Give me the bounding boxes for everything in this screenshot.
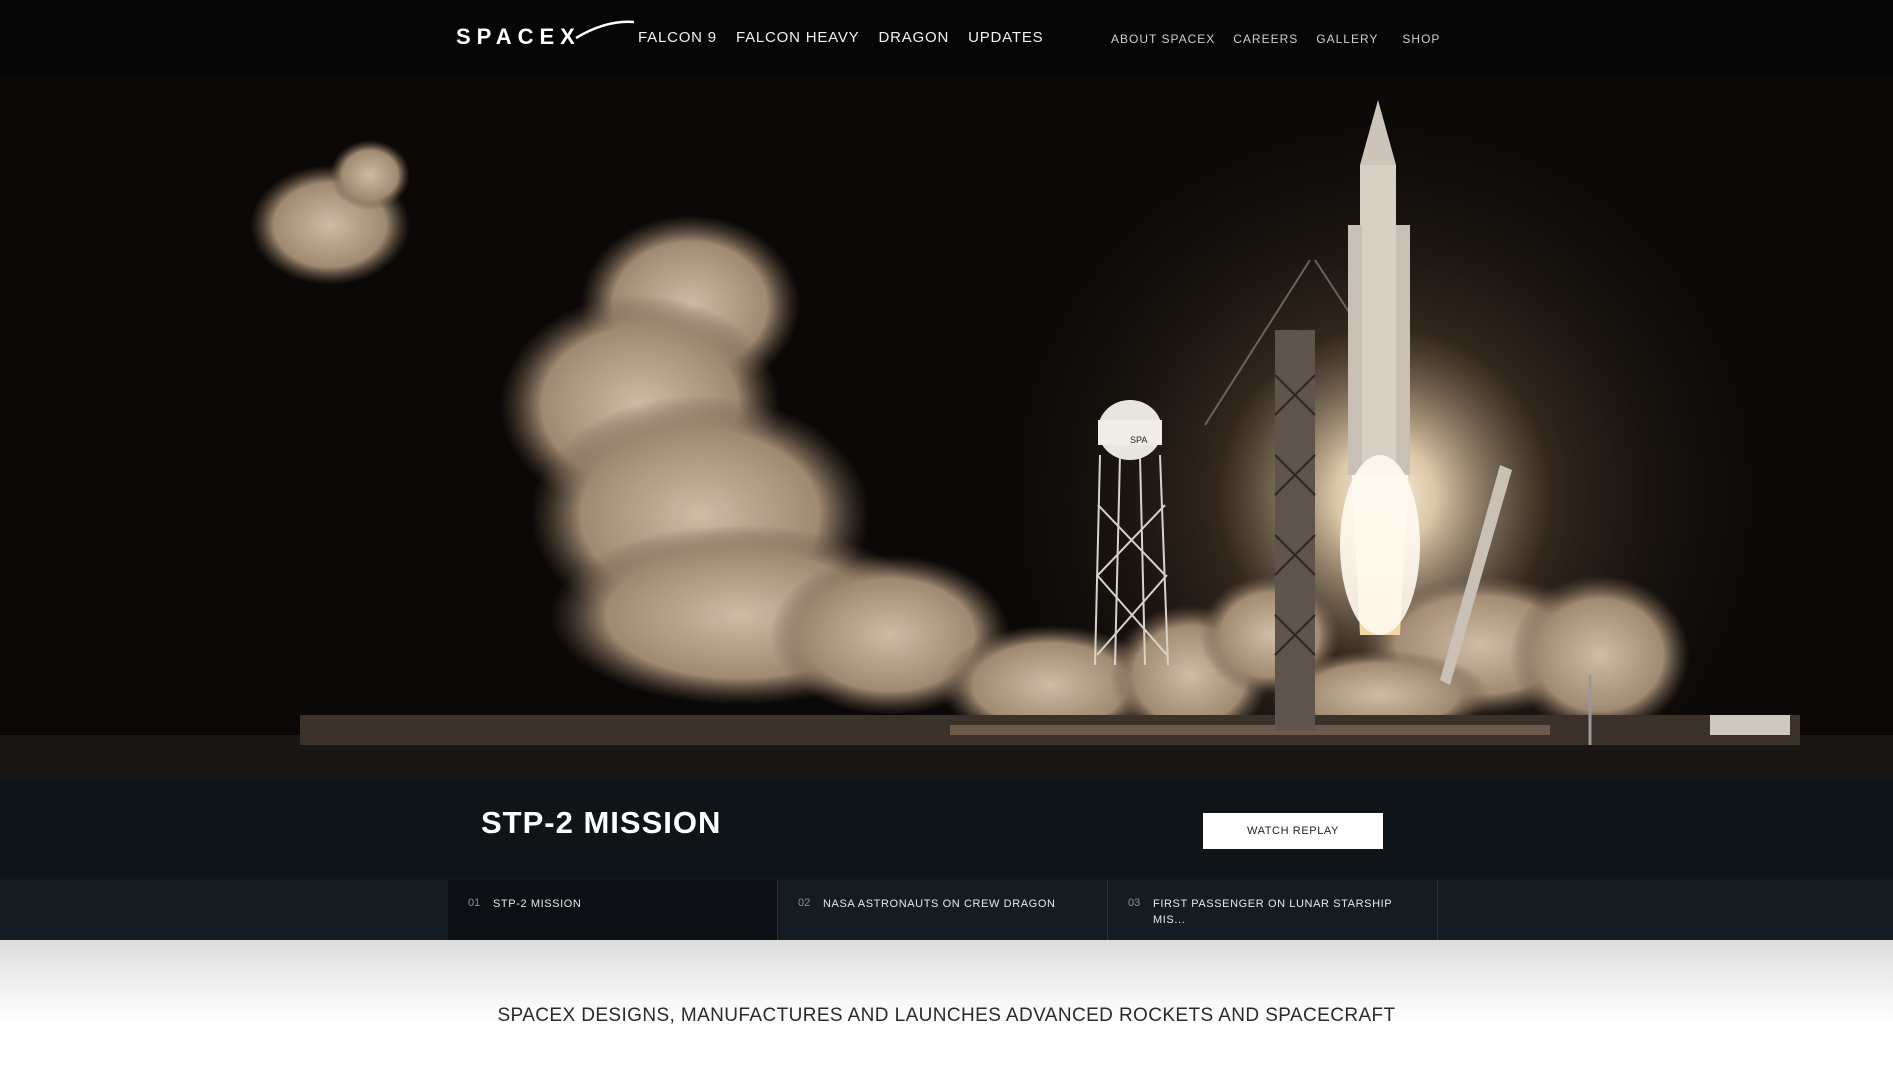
story-tabs: 01 STP-2 MISSION 02 NASA ASTRONAUTS ON C… — [0, 880, 1893, 940]
hero-launch-image: SPA — [0, 75, 1893, 880]
mission-title: STP-2 MISSION — [481, 805, 722, 840]
company-tagline: SPACEX DESIGNS, MANUFACTURES AND LAUNCHE… — [497, 1005, 1396, 1026]
nav-falcon-heavy[interactable]: FALCON HEAVY — [736, 29, 860, 46]
story-label: NASA ASTRONAUTS ON CREW DRAGON — [823, 898, 1056, 910]
nav-about-spacex[interactable]: ABOUT SPACEX — [1111, 32, 1215, 46]
logo-wordmark: SPACEX — [456, 24, 581, 49]
secondary-nav: ABOUT SPACEX CAREERS GALLERY SHOP — [1111, 32, 1458, 46]
story-tab-lunar-starship[interactable]: 03 FIRST PASSENGER ON LUNAR STARSHIP MIS… — [1108, 880, 1438, 940]
story-tab-stp-2[interactable]: 01 STP-2 MISSION — [448, 880, 778, 940]
primary-nav: FALCON 9 FALCON HEAVY DRAGON UPDATES — [638, 29, 1062, 46]
nav-careers[interactable]: CAREERS — [1233, 32, 1298, 46]
watch-replay-button[interactable]: WATCH REPLAY — [1203, 813, 1383, 849]
nav-gallery[interactable]: GALLERY — [1316, 32, 1378, 46]
story-number: 03 — [1128, 897, 1141, 909]
story-label: FIRST PASSENGER ON LUNAR STARSHIP MIS... — [1153, 898, 1393, 926]
story-number: 02 — [798, 897, 811, 909]
tower-label: SPA — [1130, 435, 1147, 445]
spacex-logo[interactable]: SPACEX — [456, 20, 636, 50]
top-navigation: SPACEX FALCON 9 FALCON HEAVY DRAGON UPDA… — [0, 0, 1893, 75]
story-number: 01 — [468, 897, 481, 909]
nav-dragon[interactable]: DRAGON — [878, 29, 949, 46]
hero-section: SPA STP-2 MISSION WATCH REPLAY — [0, 75, 1893, 880]
nav-falcon-9[interactable]: FALCON 9 — [638, 29, 717, 46]
nav-updates[interactable]: UPDATES — [968, 29, 1043, 46]
story-tab-crew-dragon[interactable]: 02 NASA ASTRONAUTS ON CREW DRAGON — [778, 880, 1108, 940]
story-label: STP-2 MISSION — [493, 898, 582, 910]
nav-shop[interactable]: SHOP — [1402, 32, 1440, 46]
mission-banner — [0, 779, 1893, 879]
